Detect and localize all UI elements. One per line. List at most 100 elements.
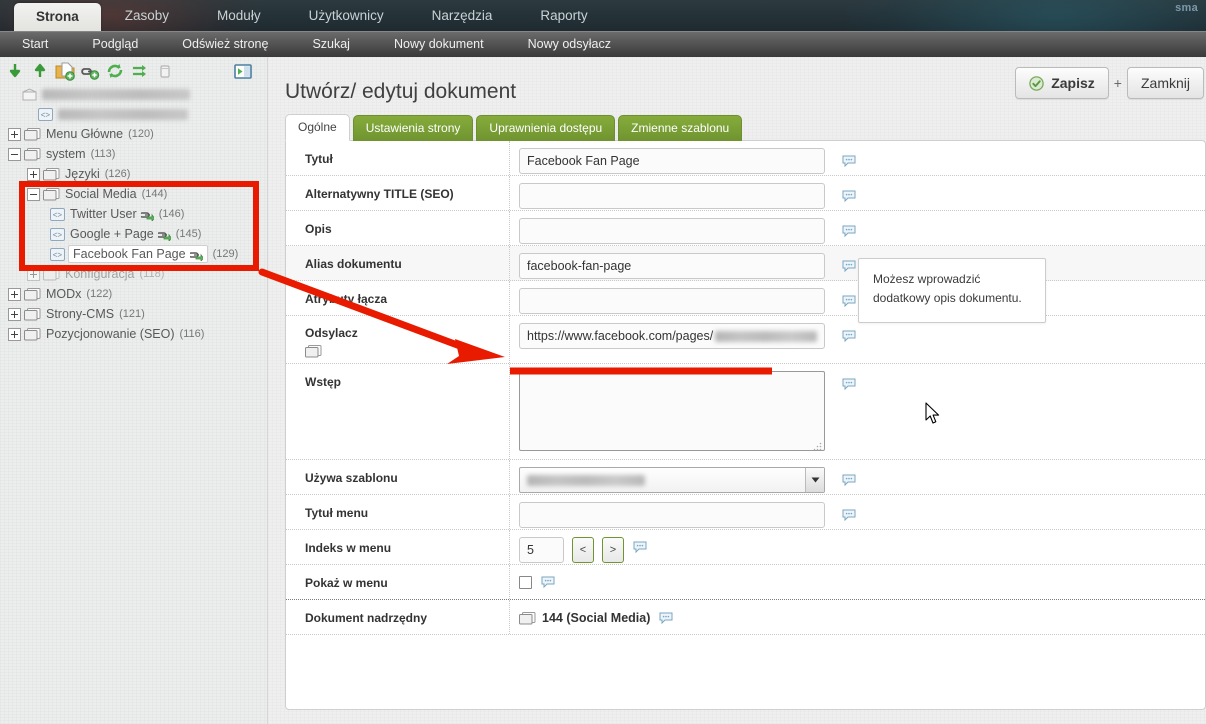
help-bubble-icon[interactable]: [842, 330, 856, 342]
help-bubble-icon[interactable]: [842, 225, 856, 237]
tree-toggle-pozycjonowanie-seo[interactable]: [8, 327, 21, 341]
document-picker-icon[interactable]: [305, 344, 322, 358]
refresh-tree-icon[interactable]: [104, 60, 126, 82]
expand-all-icon[interactable]: [29, 60, 51, 82]
tree-item-konfiguracja[interactable]: Konfiguracja (118): [0, 264, 268, 284]
topnav-item-uzytkownicy[interactable]: Użytkownicy: [285, 2, 408, 31]
close-button[interactable]: Zamknij: [1126, 67, 1204, 99]
folder-icon: [24, 328, 41, 341]
tree-item-facebook-fan-page[interactable]: <> Facebook Fan Page (129): [0, 244, 268, 264]
tytul-input[interactable]: [519, 148, 825, 174]
tree-toggle-menu-glowne[interactable]: [8, 127, 21, 141]
tree-item-facebook-fan-page-count: (129): [212, 248, 239, 260]
subnav-item-nowy-odsylacz[interactable]: Nowy odsyłacz: [506, 37, 633, 51]
help-bubble-icon[interactable]: [842, 474, 856, 486]
tree-toggle-social-media[interactable]: [27, 187, 40, 201]
weblink-icon: <>: [50, 227, 65, 241]
folder-icon: [43, 168, 60, 181]
tree-item-menu-glowne[interactable]: Menu Główne (120): [0, 124, 268, 144]
folder-icon: [24, 128, 41, 141]
indeks-next-button[interactable]: >: [602, 537, 624, 563]
collapse-all-icon[interactable]: [4, 60, 26, 82]
help-bubble-icon[interactable]: [659, 612, 673, 624]
subnav-item-odswiez-strone[interactable]: Odśwież stronę: [160, 37, 290, 51]
chevron-down-icon[interactable]: [805, 468, 824, 492]
tab-zmienne-szablonu[interactable]: Zmienne szablonu: [618, 115, 743, 141]
indeks-w-menu-input[interactable]: [519, 537, 564, 563]
tree-toggle-jezyki[interactable]: [27, 167, 40, 181]
help-bubble-icon[interactable]: [541, 576, 555, 588]
tree-item-twitter-user[interactable]: <> Twitter User (146): [0, 204, 268, 224]
alias-dokumentu-input[interactable]: [519, 253, 825, 279]
form-row-indeks-w-menu: Indeks w menu < >: [286, 530, 1205, 565]
tree-item-google-plus-page-count: (145): [175, 228, 202, 240]
tree-root-node[interactable]: [0, 84, 268, 104]
sort-tree-icon[interactable]: [129, 60, 151, 82]
tree-item-modx-count: (122): [86, 288, 113, 300]
form-label-alias-dokumentu: Alias dokumentu: [286, 246, 510, 280]
topnav-item-strona[interactable]: Strona: [14, 3, 101, 31]
tree-item-jezyki-count: (126): [104, 168, 131, 180]
tree-item-social-media[interactable]: Social Media (144): [0, 184, 268, 204]
uzywa-szablonu-select[interactable]: [519, 467, 825, 493]
form-label-atrybuty-lacza: Atrybuty łącza: [286, 281, 510, 315]
folder-icon: [43, 268, 60, 281]
tree-root-label: [42, 88, 190, 100]
help-bubble-icon[interactable]: [842, 190, 856, 202]
form-value-pokaz-w-menu: [510, 565, 1205, 599]
opis-input[interactable]: [519, 218, 825, 244]
check-circle-icon: [1029, 75, 1044, 91]
tree-item-jezyki[interactable]: Języki (126): [0, 164, 268, 184]
tree-item-facebook-fan-page-selected[interactable]: Facebook Fan Page: [68, 245, 208, 263]
tree-item-home[interactable]: <>: [0, 104, 268, 124]
tab-ogolne[interactable]: Ogólne: [285, 114, 350, 141]
subnav-item-szukaj[interactable]: Szukaj: [290, 37, 372, 51]
subnav-item-podglad[interactable]: Podgląd: [70, 37, 160, 51]
tytul-menu-input[interactable]: [519, 502, 825, 528]
help-bubble-icon[interactable]: [842, 260, 856, 272]
tree-toggle-konfiguracja[interactable]: [27, 267, 40, 281]
help-bubble-icon[interactable]: [842, 155, 856, 167]
help-bubble-icon[interactable]: [842, 378, 856, 390]
wstep-textarea[interactable]: [519, 371, 825, 451]
trash-icon[interactable]: [154, 60, 176, 82]
new-weblink-icon[interactable]: [79, 60, 101, 82]
tree-item-menu-glowne-label: Menu Główne: [46, 127, 124, 141]
atrybuty-lacza-input[interactable]: [519, 288, 825, 314]
tab-uprawnienia-dostepu[interactable]: Uprawnienia dostępu: [476, 115, 616, 141]
tree-item-pozycjonowanie-seo[interactable]: Pozycjonowanie (SEO) (116): [0, 324, 268, 344]
subnav-item-nowy-dokument[interactable]: Nowy dokument: [372, 37, 506, 51]
help-bubble-icon[interactable]: [842, 295, 856, 307]
tree-toggle-system[interactable]: [8, 147, 21, 161]
topnav-item-narzedzia[interactable]: Narzędzia: [408, 2, 517, 31]
tree-item-home-label: [58, 108, 188, 120]
help-bubble-icon[interactable]: [842, 509, 856, 521]
save-button[interactable]: Zapisz: [1015, 67, 1109, 99]
subnav-item-start[interactable]: Start: [0, 37, 70, 51]
topnav-item-moduly[interactable]: Moduły: [193, 2, 285, 31]
topnav-glow-right: [846, 0, 1206, 31]
form-label-alternatywny-title: Alternatywny TITLE (SEO): [286, 176, 510, 210]
tree-item-modx[interactable]: MODx (122): [0, 284, 268, 304]
tree-item-social-media-count: (144): [141, 188, 168, 200]
tree-item-strony-cms[interactable]: Strony-CMS (121): [0, 304, 268, 324]
indeks-prev-button[interactable]: <: [572, 537, 594, 563]
new-document-icon[interactable]: [54, 60, 76, 82]
alternatywny-title-input[interactable]: [519, 183, 825, 209]
form-value-dokument-nadrzedny: 144 (Social Media): [510, 600, 1205, 634]
tree-item-system[interactable]: system (113): [0, 144, 268, 164]
tree-item-facebook-fan-page-label: Facebook Fan Page: [73, 247, 186, 261]
help-bubble-icon[interactable]: [633, 541, 647, 553]
odsylacz-input[interactable]: https://www.facebook.com/pages/: [519, 323, 825, 349]
external-link-icon: [157, 231, 171, 241]
pokaz-w-menu-checkbox[interactable]: [519, 576, 532, 589]
tree-toggle-modx[interactable]: [8, 287, 21, 301]
tree-item-menu-glowne-count: (120): [128, 128, 154, 140]
tab-ustawienia-strony[interactable]: Ustawienia strony: [352, 115, 474, 141]
topnav-item-raporty[interactable]: Raporty: [516, 2, 611, 31]
dokument-nadrzedny-value-row[interactable]: 144 (Social Media): [519, 607, 673, 625]
topnav-item-zasoby[interactable]: Zasoby: [101, 2, 193, 31]
toggle-panel-icon[interactable]: [232, 60, 254, 82]
tree-toggle-strony-cms[interactable]: [8, 307, 21, 321]
tree-item-google-plus-page[interactable]: <> Google + Page (145): [0, 224, 268, 244]
